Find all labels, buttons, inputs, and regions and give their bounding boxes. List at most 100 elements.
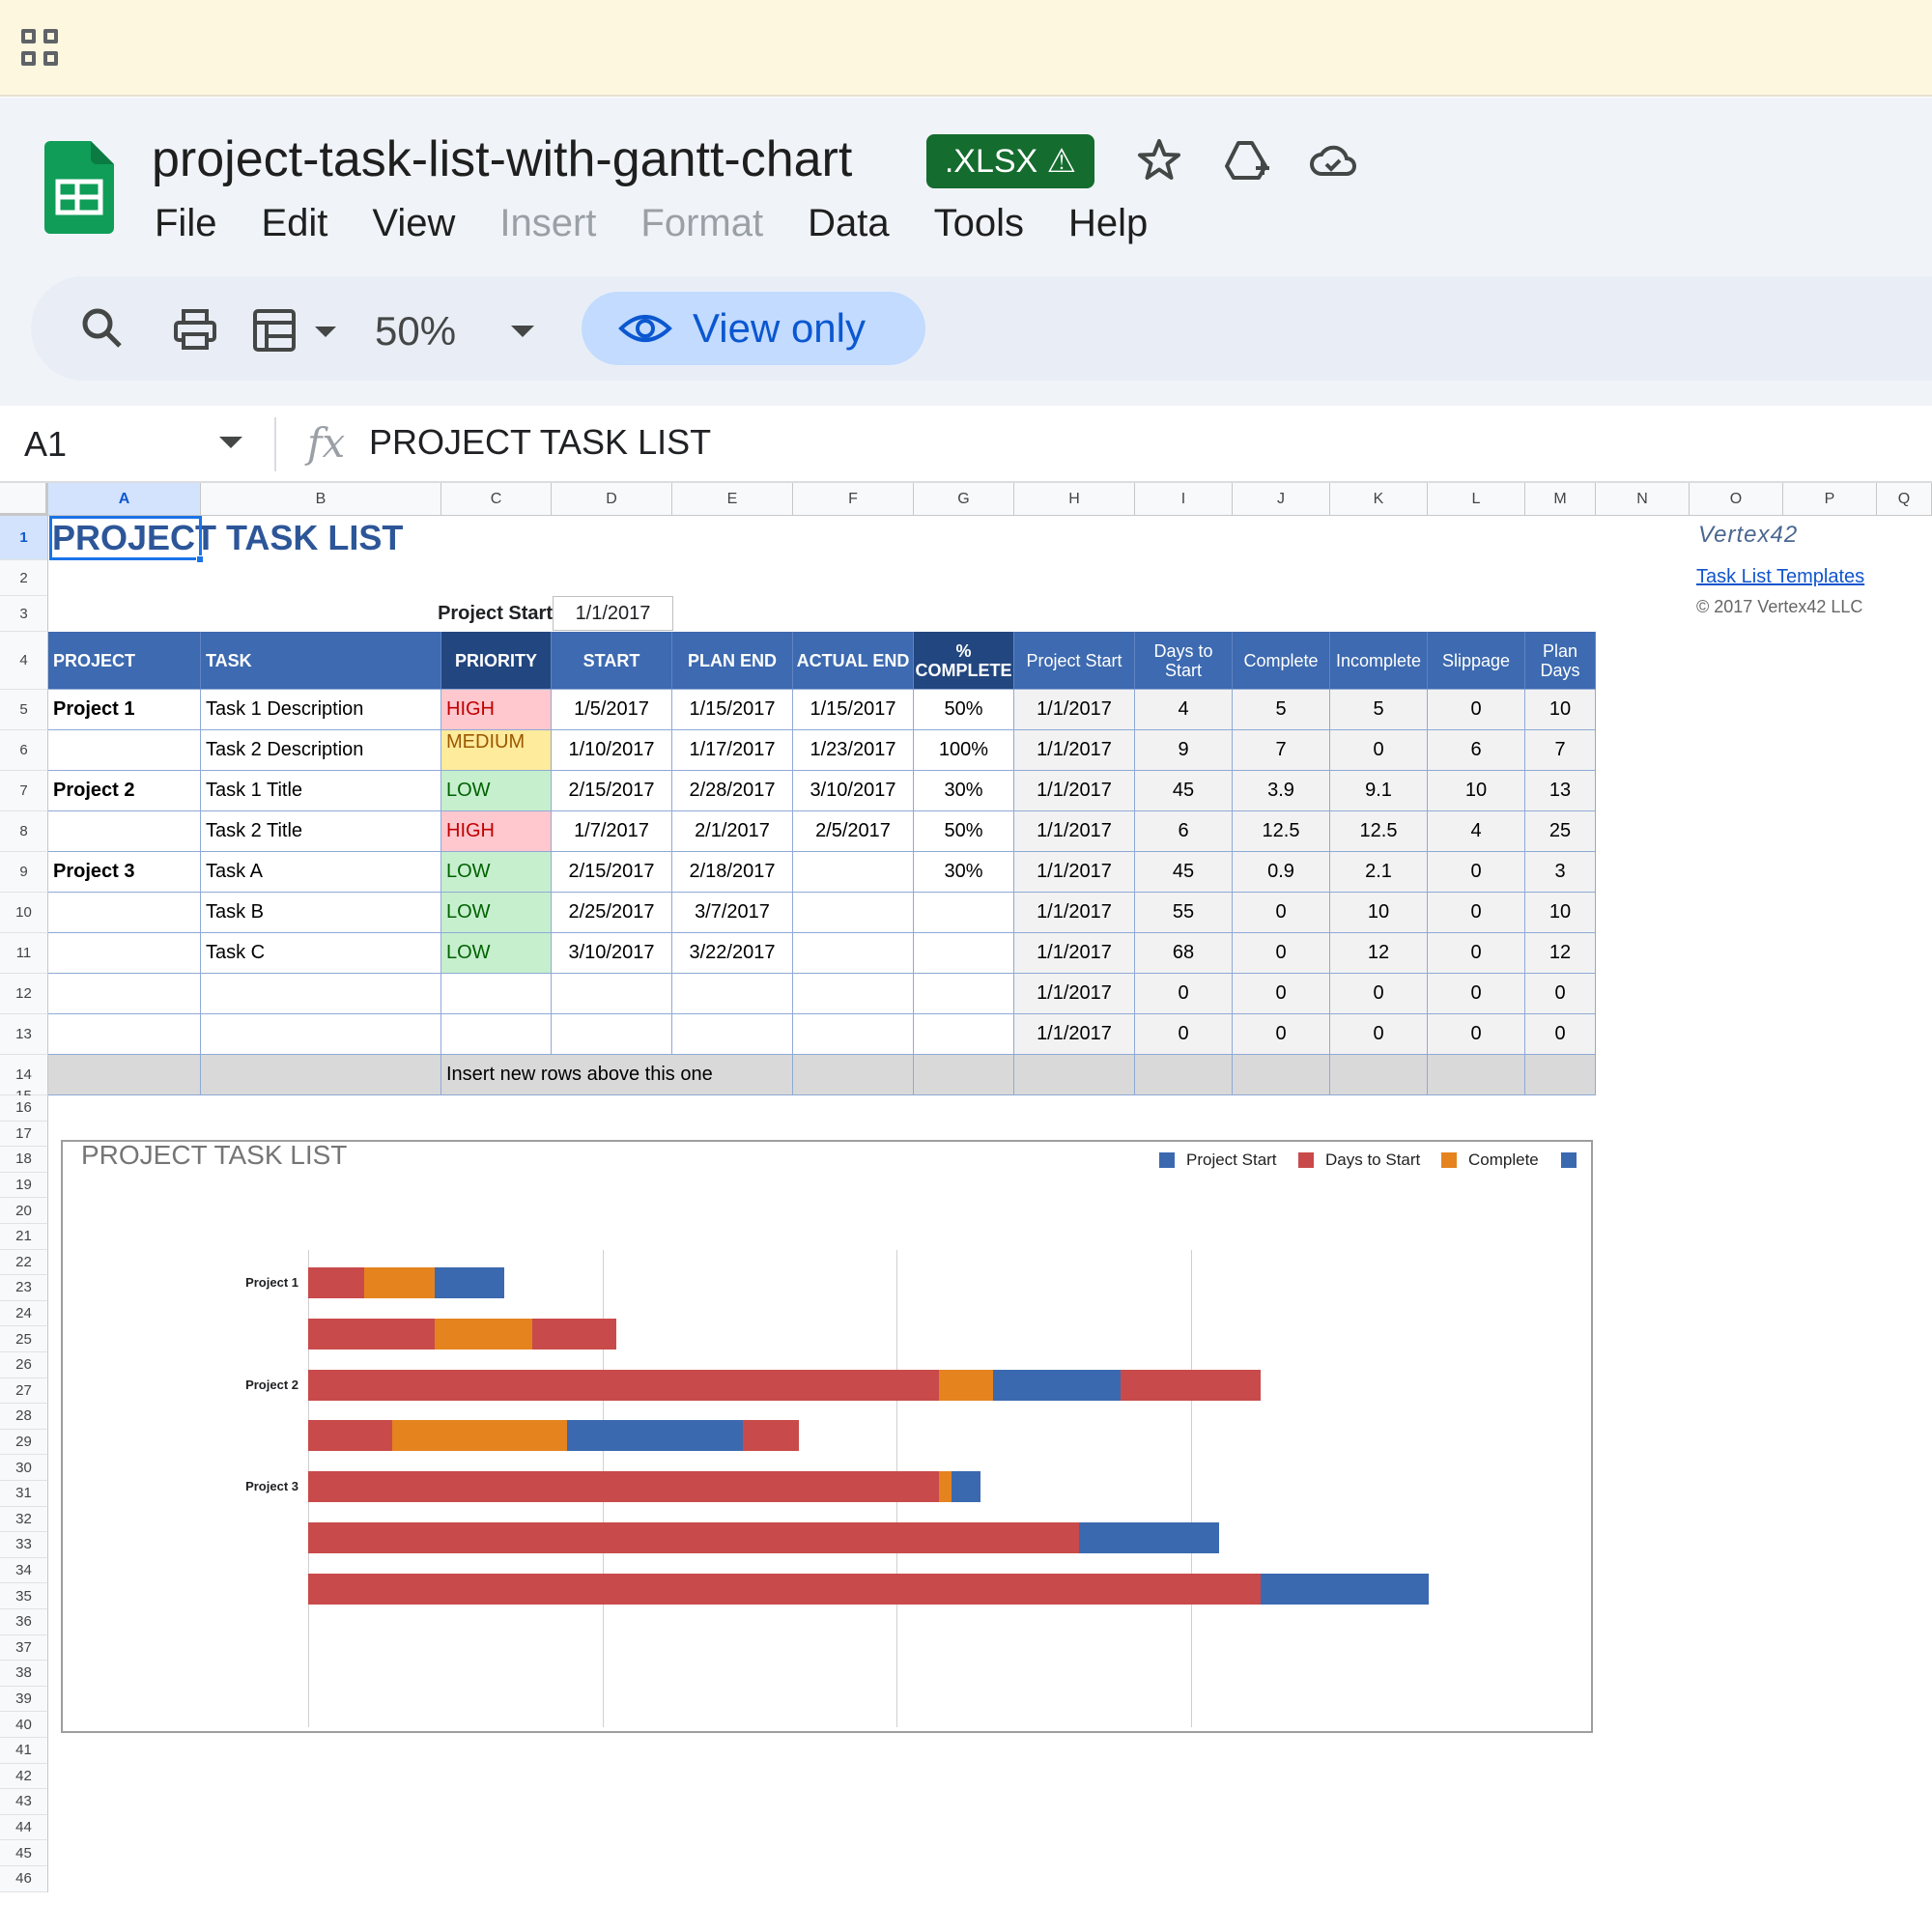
row-header-4[interactable]: 4 xyxy=(0,632,48,690)
cell-f10[interactable] xyxy=(793,893,914,933)
cell-d12[interactable] xyxy=(552,974,672,1014)
bar-incomplete-5[interactable] xyxy=(951,1471,980,1502)
cell-g12[interactable] xyxy=(914,974,1014,1014)
cell-a6[interactable] xyxy=(48,730,201,771)
bar-incomplete-4[interactable] xyxy=(567,1420,743,1451)
cell-a13[interactable] xyxy=(48,1014,201,1055)
row-header-40[interactable]: 40 xyxy=(0,1712,48,1738)
cell-j6[interactable]: 7 xyxy=(1233,730,1330,771)
cell-f6[interactable]: 1/23/2017 xyxy=(793,730,914,771)
cell-l11[interactable]: 0 xyxy=(1428,933,1525,974)
row-header-45[interactable]: 45 xyxy=(0,1840,48,1866)
print-icon[interactable] xyxy=(168,303,222,357)
row-header-33[interactable]: 33 xyxy=(0,1532,48,1558)
cell-a14[interactable] xyxy=(48,1055,201,1095)
cell-l5[interactable]: 0 xyxy=(1428,690,1525,730)
cell-j12[interactable]: 0 xyxy=(1233,974,1330,1014)
cell-l8[interactable]: 4 xyxy=(1428,811,1525,852)
search-icon[interactable] xyxy=(75,301,129,355)
cell-e6[interactable]: 1/17/2017 xyxy=(672,730,793,771)
column-header-i[interactable]: I xyxy=(1135,483,1233,516)
bar-days-to-start-4[interactable] xyxy=(308,1420,392,1451)
bar-slippage-3[interactable] xyxy=(1121,1370,1261,1401)
select-all-corner[interactable] xyxy=(0,483,48,516)
cell-g14[interactable] xyxy=(914,1055,1014,1095)
cell-d7[interactable]: 2/15/2017 xyxy=(552,771,672,811)
bar-complete-1[interactable] xyxy=(364,1267,435,1298)
cell-k11[interactable]: 12 xyxy=(1330,933,1428,974)
cell-c7[interactable]: LOW xyxy=(441,771,552,811)
cell-h9[interactable]: 1/1/2017 xyxy=(1014,852,1135,893)
cell-c5[interactable]: HIGH xyxy=(441,690,552,730)
row-header-18[interactable]: 18 xyxy=(0,1147,48,1173)
bar-incomplete-1[interactable] xyxy=(434,1267,504,1298)
column-header-d[interactable]: D xyxy=(552,483,672,516)
apps-grid-icon[interactable] xyxy=(21,29,60,68)
cell-d5[interactable]: 1/5/2017 xyxy=(552,690,672,730)
cell-b6[interactable]: Task 2 Description xyxy=(201,730,441,771)
cell-f12[interactable] xyxy=(793,974,914,1014)
header-plan-end[interactable]: PLAN END xyxy=(672,632,793,690)
cell-k5[interactable]: 5 xyxy=(1330,690,1428,730)
cell-f13[interactable] xyxy=(793,1014,914,1055)
column-header-p[interactable]: P xyxy=(1783,483,1877,516)
cell-m5[interactable]: 10 xyxy=(1525,690,1596,730)
row-header-38[interactable]: 38 xyxy=(0,1661,48,1687)
bar-days-to-start-2[interactable] xyxy=(308,1319,435,1350)
cell-k14[interactable] xyxy=(1330,1055,1428,1095)
cell-j7[interactable]: 3.9 xyxy=(1233,771,1330,811)
row-header-12[interactable]: 12 xyxy=(0,974,48,1014)
row-header-2[interactable]: 2 xyxy=(0,560,48,596)
cell-l14[interactable] xyxy=(1428,1055,1525,1095)
row-header-43[interactable]: 43 xyxy=(0,1789,48,1815)
bar-incomplete-7[interactable] xyxy=(1261,1574,1429,1605)
cell-f11[interactable] xyxy=(793,933,914,974)
cell-c13[interactable] xyxy=(441,1014,552,1055)
cell-c11[interactable]: LOW xyxy=(441,933,552,974)
cell-c9[interactable]: LOW xyxy=(441,852,552,893)
cell-m13[interactable]: 0 xyxy=(1525,1014,1596,1055)
cell-i14[interactable] xyxy=(1135,1055,1233,1095)
row-header-26[interactable]: 26 xyxy=(0,1352,48,1378)
header-priority[interactable]: PRIORITY xyxy=(441,632,552,690)
row-header-9[interactable]: 9 xyxy=(0,852,48,893)
name-box-dropdown-icon[interactable] xyxy=(216,433,245,452)
cell-m8[interactable]: 25 xyxy=(1525,811,1596,852)
cell-m7[interactable]: 13 xyxy=(1525,771,1596,811)
bar-days-to-start-5[interactable] xyxy=(308,1471,939,1502)
cell-h5[interactable]: 1/1/2017 xyxy=(1014,690,1135,730)
cell-k9[interactable]: 2.1 xyxy=(1330,852,1428,893)
cell-i12[interactable]: 0 xyxy=(1135,974,1233,1014)
cell-l10[interactable]: 0 xyxy=(1428,893,1525,933)
row-header-7[interactable]: 7 xyxy=(0,771,48,811)
row-header-35[interactable]: 35 xyxy=(0,1583,48,1609)
column-header-g[interactable]: G xyxy=(914,483,1014,516)
header-incomplete[interactable]: Incomplete xyxy=(1330,632,1428,690)
cell-a12[interactable] xyxy=(48,974,201,1014)
row-header-11[interactable]: 11 xyxy=(0,933,48,974)
row-header-3[interactable]: 3 xyxy=(0,596,48,632)
row-header-13[interactable]: 13 xyxy=(0,1014,48,1055)
fill-handle[interactable] xyxy=(196,555,204,563)
cell-f8[interactable]: 2/5/2017 xyxy=(793,811,914,852)
cell-i5[interactable]: 4 xyxy=(1135,690,1233,730)
row-header-22[interactable]: 22 xyxy=(0,1249,48,1276)
bar-days-to-start-7[interactable] xyxy=(308,1574,1261,1605)
header-start[interactable]: START xyxy=(552,632,672,690)
row-header-5[interactable]: 5 xyxy=(0,690,48,730)
bar-days-to-start-3[interactable] xyxy=(308,1370,939,1401)
cell-g11[interactable] xyxy=(914,933,1014,974)
gantt-chart[interactable] xyxy=(61,1140,1593,1733)
cell-a7[interactable]: Project 2 xyxy=(48,771,201,811)
header-days-to-start[interactable]: Days to Start xyxy=(1135,632,1233,690)
row-header-8[interactable]: 8 xyxy=(0,811,48,852)
cell-a9[interactable]: Project 3 xyxy=(48,852,201,893)
cell-d6[interactable]: 1/10/2017 xyxy=(552,730,672,771)
zoom-dropdown-icon[interactable] xyxy=(506,307,539,355)
cell-h13[interactable]: 1/1/2017 xyxy=(1014,1014,1135,1055)
cloud-saved-icon[interactable] xyxy=(1306,133,1360,187)
bar-incomplete-6[interactable] xyxy=(1078,1522,1219,1553)
xlsx-badge[interactable]: .XLSX ⚠ xyxy=(926,134,1094,188)
cell-c8[interactable]: HIGH xyxy=(441,811,552,852)
cell-m9[interactable]: 3 xyxy=(1525,852,1596,893)
